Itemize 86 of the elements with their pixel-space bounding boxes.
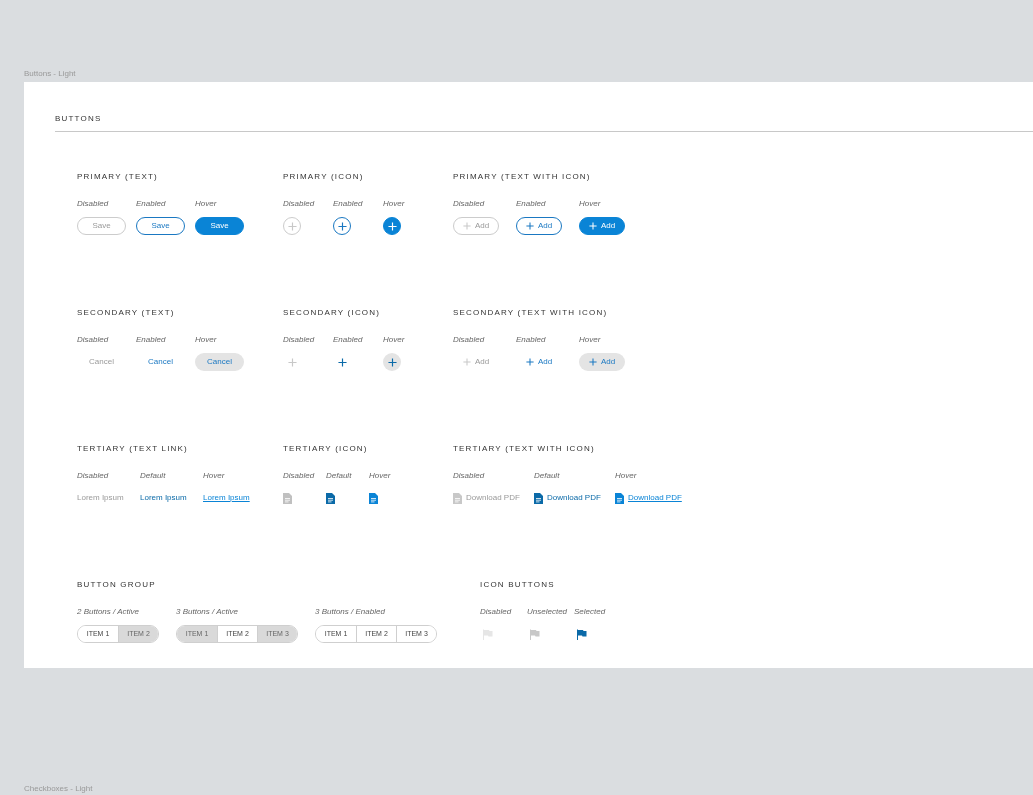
state-label: Unselected bbox=[527, 607, 569, 617]
state-label: Hover bbox=[383, 199, 406, 209]
plus-icon bbox=[588, 222, 597, 230]
group-title: PRIMARY (TEXT) bbox=[77, 171, 159, 181]
document-button[interactable] bbox=[369, 492, 378, 504]
state-label: 3 Buttons / Active bbox=[176, 607, 239, 617]
add-button[interactable] bbox=[333, 217, 351, 235]
state-label: 3 Buttons / Enabled bbox=[315, 607, 386, 617]
plus-icon bbox=[462, 222, 471, 230]
state-label: Hover bbox=[195, 335, 218, 345]
state-label: Disabled bbox=[77, 471, 110, 481]
cancel-button[interactable]: Cancel bbox=[136, 353, 185, 371]
download-link[interactable]: Download PDF bbox=[534, 492, 601, 504]
group-title: BUTTON GROUP bbox=[77, 579, 157, 589]
group-title: TERTIARY (ICON) bbox=[283, 443, 369, 453]
state-label: Disabled bbox=[77, 199, 110, 209]
text-link[interactable]: Lorem Ipsum bbox=[140, 492, 187, 504]
flag-button[interactable] bbox=[576, 628, 587, 640]
state-label: Disabled bbox=[283, 335, 316, 345]
plus-icon bbox=[337, 221, 347, 231]
group-title: PRIMARY (ICON) bbox=[283, 171, 365, 181]
state-label: Hover bbox=[203, 471, 226, 481]
state-label: Disabled bbox=[453, 335, 486, 345]
document-icon bbox=[534, 492, 543, 504]
plus-icon bbox=[387, 221, 397, 231]
state-label: Enabled bbox=[333, 199, 364, 209]
state-label: 2 Buttons / Active bbox=[77, 607, 140, 617]
state-label: Enabled bbox=[516, 199, 547, 209]
plus-icon bbox=[525, 222, 534, 230]
artboard-label: Buttons - Light bbox=[24, 68, 76, 80]
state-label: Hover bbox=[579, 199, 602, 209]
state-label: Hover bbox=[615, 471, 638, 481]
document-icon bbox=[283, 492, 292, 504]
state-label: Hover bbox=[383, 335, 406, 345]
state-label: Default bbox=[140, 471, 167, 481]
plus-icon bbox=[287, 357, 297, 367]
state-label: Default bbox=[534, 471, 561, 481]
plus-icon bbox=[287, 221, 297, 231]
group-title: TERTIARY (TEXT WITH ICON) bbox=[453, 443, 596, 453]
artboard-label: Checkboxes - Light bbox=[24, 784, 93, 794]
state-label: Default bbox=[326, 471, 353, 481]
document-button[interactable] bbox=[326, 492, 335, 504]
document-icon bbox=[326, 492, 335, 504]
plus-icon bbox=[588, 358, 597, 366]
text-link[interactable]: Lorem Ipsum bbox=[203, 492, 250, 504]
cancel-button[interactable]: Cancel bbox=[195, 353, 244, 371]
section-heading: BUTTONS bbox=[55, 113, 1033, 132]
plus-icon bbox=[525, 358, 534, 366]
state-label: Enabled bbox=[516, 335, 547, 345]
plus-icon bbox=[462, 358, 471, 366]
state-label: Disabled bbox=[283, 199, 316, 209]
state-label: Enabled bbox=[136, 199, 167, 209]
document-icon bbox=[369, 492, 378, 504]
state-label: Hover bbox=[369, 471, 392, 481]
state-label: Hover bbox=[195, 199, 218, 209]
plus-icon bbox=[387, 357, 397, 367]
document-icon bbox=[615, 492, 624, 504]
flag-icon bbox=[576, 628, 587, 640]
download-link[interactable]: Download PDF bbox=[615, 492, 682, 504]
plus-icon bbox=[337, 357, 347, 367]
state-label: Disabled bbox=[453, 199, 486, 209]
group-title: SECONDARY (TEXT WITH ICON) bbox=[453, 307, 609, 317]
group-title: ICON BUTTONS bbox=[480, 579, 556, 589]
state-label: Enabled bbox=[136, 335, 167, 345]
add-button[interactable]: Add bbox=[516, 217, 562, 235]
state-label: Selected bbox=[574, 607, 607, 617]
add-button[interactable]: Add bbox=[579, 217, 625, 235]
flag-icon bbox=[482, 628, 493, 640]
add-button[interactable]: Add bbox=[579, 353, 625, 371]
state-label: Disabled bbox=[480, 607, 513, 617]
group-title: SECONDARY (TEXT) bbox=[77, 307, 176, 317]
state-label: Disabled bbox=[283, 471, 316, 481]
add-button[interactable] bbox=[383, 353, 401, 371]
flag-icon bbox=[529, 628, 540, 640]
state-label: Disabled bbox=[77, 335, 110, 345]
save-button[interactable]: Save bbox=[136, 217, 185, 235]
state-label: Hover bbox=[579, 335, 602, 345]
state-label: Disabled bbox=[453, 471, 486, 481]
group-title: SECONDARY (ICON) bbox=[283, 307, 382, 317]
document-icon bbox=[453, 492, 462, 504]
save-button[interactable]: Save bbox=[195, 217, 244, 235]
group-title: TERTIARY (TEXT LINK) bbox=[77, 443, 189, 453]
add-button[interactable] bbox=[383, 217, 401, 235]
state-label: Enabled bbox=[333, 335, 364, 345]
group-title: PRIMARY (TEXT WITH ICON) bbox=[453, 171, 592, 181]
add-button[interactable]: Add bbox=[516, 353, 562, 371]
